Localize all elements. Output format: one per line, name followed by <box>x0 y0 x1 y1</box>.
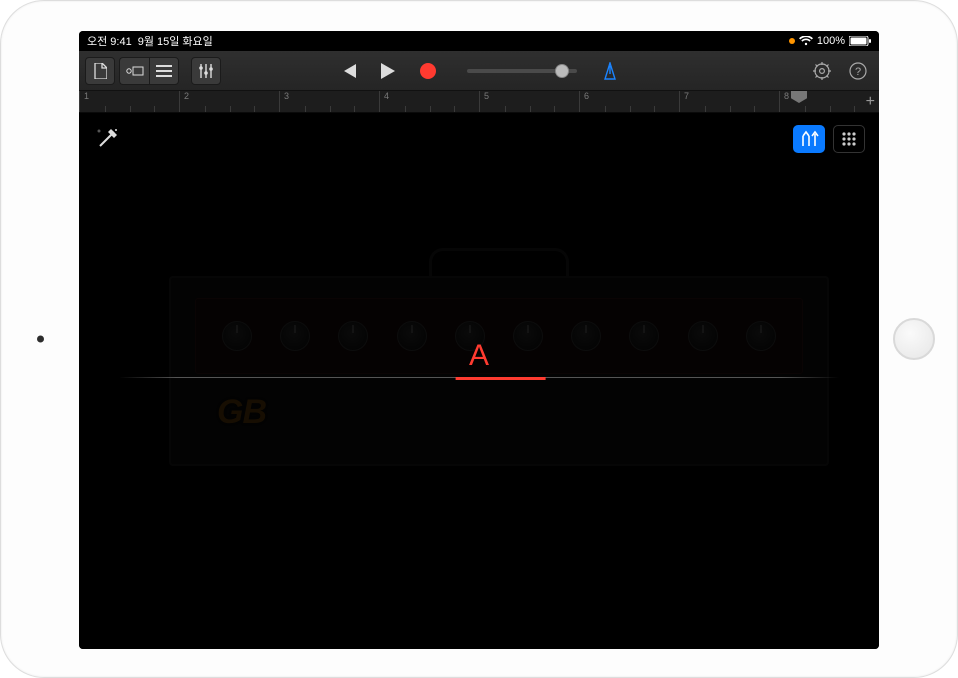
home-button[interactable] <box>893 318 935 360</box>
battery-icon <box>849 36 871 46</box>
amp-knob[interactable] <box>571 321 601 351</box>
tuner-button[interactable] <box>793 125 825 153</box>
input-plug-icon[interactable] <box>93 125 121 158</box>
play-button[interactable] <box>373 57 403 85</box>
tuner-note: A <box>469 339 489 373</box>
tuner-indicator <box>456 377 546 380</box>
front-camera <box>37 336 44 343</box>
record-button[interactable] <box>413 57 443 85</box>
timeline-ruler[interactable]: 1 2 3 4 5 6 7 8 + <box>79 91 879 113</box>
ruler-bar[interactable]: 3 <box>279 91 379 112</box>
settings-button[interactable] <box>807 57 837 85</box>
ipad-frame: 오전 9:41 9월 15일 화요일 100% <box>0 0 958 678</box>
instrument-view: GB A <box>79 113 879 649</box>
amp-knob[interactable] <box>222 321 252 351</box>
main-toolbar: ? <box>79 51 879 91</box>
ruler-bar[interactable]: 5 <box>479 91 579 112</box>
amp-knob[interactable] <box>280 321 310 351</box>
amp-knob[interactable] <box>688 321 718 351</box>
ruler-bar[interactable]: 7 <box>679 91 779 112</box>
track-controls-button[interactable] <box>191 57 221 85</box>
battery-percent: 100% <box>817 35 845 47</box>
screen: 오전 9:41 9월 15일 화요일 100% <box>79 31 879 649</box>
wifi-icon <box>799 36 813 46</box>
amp-logo: GB <box>217 393 266 432</box>
ruler-bar[interactable]: 6 <box>579 91 679 112</box>
chords-button[interactable] <box>833 125 865 153</box>
amp-knob[interactable] <box>397 321 427 351</box>
go-to-start-button[interactable] <box>333 57 363 85</box>
help-button[interactable]: ? <box>843 57 873 85</box>
ruler-bar[interactable]: 4 <box>379 91 479 112</box>
tracks-button[interactable] <box>149 57 179 85</box>
amp-knob[interactable] <box>746 321 776 351</box>
add-section-button[interactable]: + <box>866 93 875 111</box>
playhead[interactable] <box>791 91 807 113</box>
amp-background: GB <box>169 248 829 466</box>
status-time: 오전 9:41 <box>87 33 132 49</box>
amp-knob[interactable] <box>629 321 659 351</box>
tuner-display: A <box>119 363 839 378</box>
view-switch-group <box>119 57 179 85</box>
my-songs-button[interactable] <box>85 57 115 85</box>
status-bar: 오전 9:41 9월 15일 화요일 100% <box>79 31 879 51</box>
svg-text:?: ? <box>855 66 861 78</box>
browser-button[interactable] <box>119 57 149 85</box>
transport-controls <box>333 57 625 85</box>
amp-knob[interactable] <box>338 321 368 351</box>
mic-in-use-dot <box>789 38 795 44</box>
volume-thumb[interactable] <box>555 64 569 78</box>
ruler-bar[interactable]: 1 <box>79 91 179 112</box>
status-date: 9월 15일 화요일 <box>138 33 213 49</box>
ruler-bar[interactable]: 2 <box>179 91 279 112</box>
amp-knob[interactable] <box>513 321 543 351</box>
metronome-button[interactable] <box>595 57 625 85</box>
master-volume-slider[interactable] <box>467 69 577 73</box>
